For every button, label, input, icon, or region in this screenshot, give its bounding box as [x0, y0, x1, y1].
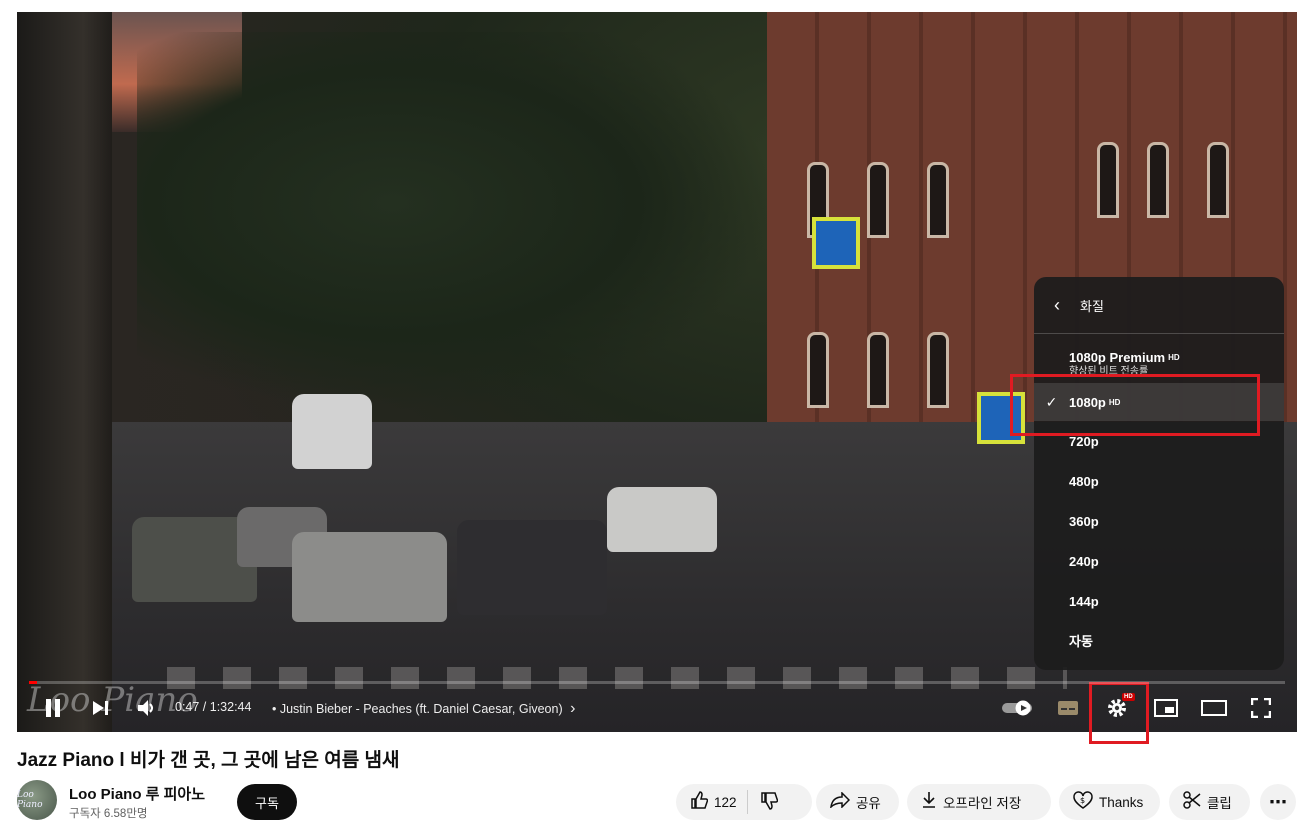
- quality-menu-title: 화질: [1080, 298, 1104, 314]
- like-count: 122: [714, 794, 737, 810]
- quality-menu-header[interactable]: ‹ 화질: [1034, 277, 1284, 334]
- car: [292, 532, 447, 622]
- time-display: 0:47 / 1:32:44: [175, 700, 252, 714]
- subscriber-count: 구독자 6.58만명: [69, 808, 148, 820]
- quality-option-360p[interactable]: 360p: [1034, 503, 1284, 539]
- video-pillar: [17, 12, 112, 732]
- download-label: 오프라인 저장: [943, 796, 1022, 811]
- next-icon[interactable]: [85, 690, 115, 726]
- like-dislike-group: 122: [676, 784, 812, 820]
- thanks-label: Thanks: [1099, 794, 1144, 810]
- quality-option-label: 자동: [1069, 633, 1093, 649]
- quality-option-label: 240p: [1069, 553, 1099, 569]
- download-icon: [921, 791, 937, 814]
- clip-button[interactable]: 클립: [1169, 784, 1250, 820]
- quality-option-label: 360p: [1069, 513, 1099, 529]
- quality-option-auto[interactable]: 자동: [1034, 622, 1284, 658]
- crosswalk-sign: [812, 217, 860, 269]
- car: [607, 487, 717, 552]
- avatar-logo-text: Loo Piano: [17, 790, 43, 810]
- settings-gear-icon[interactable]: HD: [1102, 690, 1135, 726]
- more-icon: ⋯: [1269, 791, 1287, 812]
- pause-icon[interactable]: [37, 690, 69, 726]
- miniplayer-icon[interactable]: [1151, 690, 1181, 726]
- hd-badge: HD: [1168, 352, 1180, 362]
- fullscreen-icon[interactable]: [1246, 690, 1276, 726]
- autoplay-toggle[interactable]: [1000, 690, 1036, 726]
- highlight-box-1080p: [1010, 374, 1260, 436]
- thanks-button[interactable]: $ Thanks: [1059, 784, 1160, 820]
- hd-badge: HD: [1122, 693, 1135, 701]
- thumbs-up-icon: [690, 790, 709, 814]
- super-thanks-icon: $: [1073, 790, 1093, 814]
- channel-name[interactable]: Loo Piano 루 피아노: [69, 783, 205, 804]
- car: [457, 520, 607, 615]
- share-icon: [829, 790, 851, 813]
- progress-played: [29, 681, 37, 684]
- quality-option-label: 144p: [1069, 593, 1099, 609]
- quality-option-label: 480p: [1069, 473, 1099, 489]
- subtitles-icon[interactable]: [1054, 690, 1082, 726]
- quality-option-480p[interactable]: 480p: [1034, 463, 1284, 499]
- chevron-right-icon: ›: [570, 700, 576, 717]
- back-arrow-icon[interactable]: ‹: [1034, 295, 1080, 316]
- video-crosswalk: [167, 667, 1067, 689]
- van: [292, 394, 372, 469]
- volume-icon[interactable]: [133, 690, 161, 726]
- svg-text:$: $: [1080, 796, 1085, 805]
- theater-mode-icon[interactable]: [1197, 690, 1231, 726]
- clip-label: 클립: [1207, 796, 1232, 811]
- download-button[interactable]: 오프라인 저장: [907, 784, 1051, 820]
- channel-avatar[interactable]: Loo Piano: [17, 780, 57, 820]
- progress-bar[interactable]: [29, 681, 1285, 684]
- quality-option-240p[interactable]: 240p: [1034, 543, 1284, 579]
- share-button[interactable]: 공유: [816, 784, 899, 820]
- subscribe-button[interactable]: 구독: [237, 784, 297, 820]
- like-button[interactable]: 122: [676, 790, 747, 814]
- chapter-text: • Justin Bieber - Peaches (ft. Daniel Ca…: [272, 702, 563, 716]
- quality-menu: ‹ 화질 1080p Premium HD 향상된 비트 전송률 ✓ 1080p…: [1034, 277, 1284, 670]
- video-trees: [137, 32, 777, 412]
- player-controls: 0:47 / 1:32:44 • Justin Bieber - Peaches…: [17, 690, 1297, 730]
- share-label: 공유: [856, 796, 881, 811]
- thumbs-down-icon: [760, 791, 778, 813]
- quality-option-144p[interactable]: 144p: [1034, 583, 1284, 619]
- chapter-title[interactable]: • Justin Bieber - Peaches (ft. Daniel Ca…: [272, 700, 575, 718]
- video-title: Jazz Piano l 비가 갠 곳, 그 곳에 남은 여름 냄새: [17, 750, 400, 771]
- scissors-icon: [1183, 790, 1201, 814]
- more-actions-button[interactable]: ⋯: [1260, 784, 1296, 820]
- dislike-button[interactable]: [748, 791, 792, 813]
